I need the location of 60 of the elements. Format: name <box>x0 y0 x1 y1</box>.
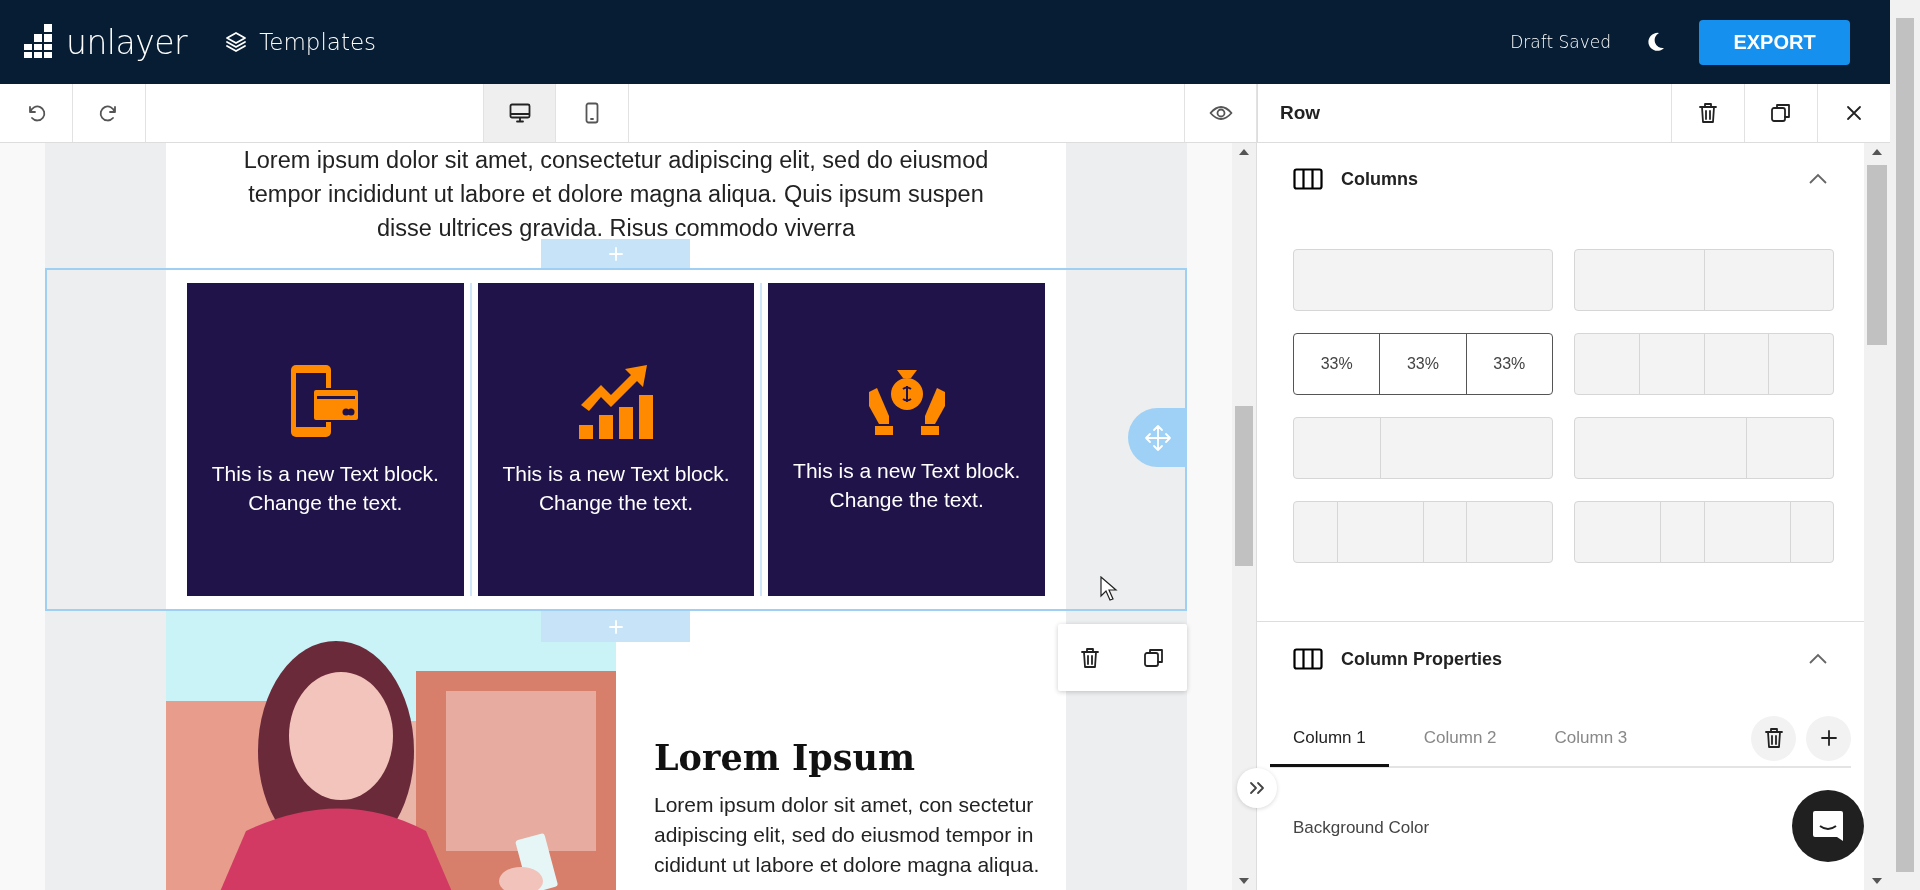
column-tab[interactable]: Column 3 <box>1531 710 1651 766</box>
section-title: Column Properties <box>1341 648 1504 670</box>
layers-icon <box>225 31 248 53</box>
trash-icon <box>1079 646 1100 669</box>
logo-icon <box>22 24 54 60</box>
columns-icon <box>1293 648 1323 670</box>
selected-row[interactable]: This is a new Text block. Change the text. This is a new Text block. Change the text. This is a new Text block. Change the text. <box>45 268 1187 611</box>
plus-icon <box>608 619 623 634</box>
duplicate-icon <box>1770 102 1792 124</box>
hero-paragraph: Lorem ipsum dolor sit amet, con sectetur adipiscing elit, sed do eiusmod tempor in cididunt ut labore et dolore magna aliqua. <box>654 792 1041 878</box>
phone-icon <box>585 102 599 124</box>
plus-icon <box>1820 730 1837 746</box>
column-layout-option[interactable]: 33% 33% 33% <box>1293 333 1553 395</box>
field-label: Background Color <box>1293 818 1430 838</box>
add-column-button[interactable] <box>1806 715 1851 761</box>
column-layout-option[interactable] <box>1574 501 1834 563</box>
duplicate-icon <box>1143 646 1166 669</box>
delete-column-button[interactable] <box>1751 715 1796 761</box>
preview-button[interactable] <box>1184 84 1257 142</box>
desktop-view-button[interactable] <box>483 84 556 142</box>
card-text: This is a new Text block. Change the text. <box>211 460 439 516</box>
card-text: This is a new Text block. Change the text. <box>793 457 1021 513</box>
panel-title: Row <box>1279 102 1322 124</box>
moon-icon[interactable] <box>1647 32 1665 52</box>
save-status: Draft Saved <box>1510 32 1611 52</box>
move-icon <box>1143 423 1172 452</box>
trash-icon <box>1698 102 1718 124</box>
section-title: Columns <box>1341 168 1419 190</box>
collapse-panel-button[interactable] <box>1237 768 1277 808</box>
panel-scrollbar[interactable] <box>1864 143 1890 890</box>
undo-icon <box>26 103 46 123</box>
column-layout-option[interactable] <box>1293 249 1553 311</box>
column-layout-option[interactable] <box>1574 333 1834 395</box>
chat-icon <box>1811 809 1845 843</box>
column-tab[interactable]: Column 2 <box>1400 710 1520 766</box>
card-text: This is a new Text block. Change the text. <box>502 460 730 516</box>
move-handle[interactable] <box>1128 408 1187 467</box>
column-layout-option[interactable] <box>1293 417 1553 479</box>
chevron-up-icon[interactable] <box>1808 653 1828 665</box>
column-layout-option[interactable] <box>1293 501 1553 563</box>
monitor-icon <box>508 103 531 123</box>
column-layout-option[interactable] <box>1574 249 1834 311</box>
chevron-up-icon[interactable] <box>1808 173 1828 185</box>
canvas-scrollbar[interactable] <box>1232 143 1256 890</box>
double-chevron-icon <box>1249 781 1265 795</box>
growth-chart-icon <box>577 362 655 439</box>
cursor-icon <box>1100 576 1118 602</box>
intro-paragraph: Lorem ipsum dolor sit amet, consectetur adipiscing elit, sed do eiusmod tempor incididunt ut labore et dolore magna aliqua. Quis ipsum suspen disse ultrices gravida. Risus commodo viverra <box>242 146 990 243</box>
column-tab[interactable]: Column 1 <box>1270 711 1389 767</box>
templates-link[interactable]: Templates <box>225 29 377 55</box>
page-scrollbar[interactable] <box>1890 0 1920 890</box>
eye-icon <box>1208 105 1233 121</box>
plus-icon <box>608 246 623 261</box>
columns-icon <box>1293 168 1323 190</box>
logo-text: unlayer <box>66 22 188 62</box>
close-icon <box>1846 105 1862 121</box>
hero-heading: Lorem Ipsum <box>654 737 916 778</box>
column-layout-option[interactable] <box>1574 417 1834 479</box>
trash-icon <box>1763 727 1784 749</box>
redo-icon <box>99 103 119 123</box>
